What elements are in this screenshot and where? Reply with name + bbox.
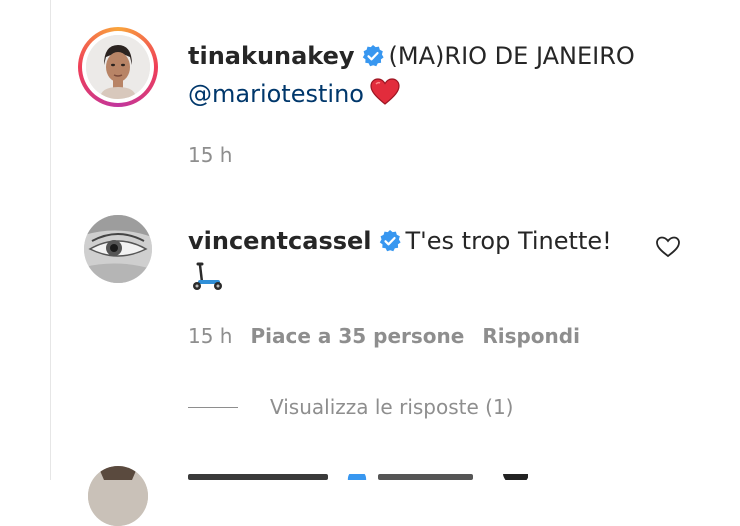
view-replies-button[interactable]: Visualizza le risposte (1): [188, 393, 513, 421]
comment-2-username[interactable]: vincentcassel: [188, 227, 372, 255]
avatar: [86, 35, 150, 99]
verified-badge-icon: [379, 230, 401, 252]
comment-1-meta: 15 h: [188, 143, 250, 167]
comment-3-partial: [188, 474, 528, 480]
story-avatar-ring[interactable]: [78, 27, 158, 107]
avatar[interactable]: [88, 466, 148, 526]
black-heart-icon: [503, 474, 528, 480]
avatar[interactable]: [84, 215, 152, 283]
comment-2-line-2: [188, 262, 224, 294]
heart-outline-icon[interactable]: [655, 235, 681, 259]
comment-1-username[interactable]: tinakunakey: [188, 42, 355, 70]
left-divider: [50, 0, 51, 480]
comment-2-time[interactable]: 15 h: [188, 324, 232, 348]
kick-scooter-icon: [193, 262, 222, 290]
verified-badge-icon: [362, 45, 384, 67]
comment-1-line-2: @mariotestino: [188, 78, 400, 110]
reply-button[interactable]: Rispondi: [482, 324, 580, 348]
comment-2-meta: 15 h Piace a 35 persone Rispondi: [188, 324, 598, 348]
comment-1-time[interactable]: 15 h: [188, 143, 232, 167]
comment-1-line-1: tinakunakey (MA)RIO DE JANEIRO: [188, 40, 635, 72]
comment-2-text: T'es trop Tinette!: [405, 227, 612, 255]
comment-2-line-1: vincentcassel T'es trop Tinette!: [188, 225, 612, 257]
red-heart-icon: [370, 78, 400, 105]
likes-count-link[interactable]: Piace a 35 persone: [250, 324, 464, 348]
verified-badge-icon: [347, 474, 367, 480]
replies-divider: [188, 406, 238, 408]
comment-1-mention[interactable]: @mariotestino: [188, 80, 364, 108]
view-replies-label: Visualizza le risposte (1): [270, 395, 514, 419]
comment-1-text: (MA)RIO DE JANEIRO: [388, 42, 635, 70]
